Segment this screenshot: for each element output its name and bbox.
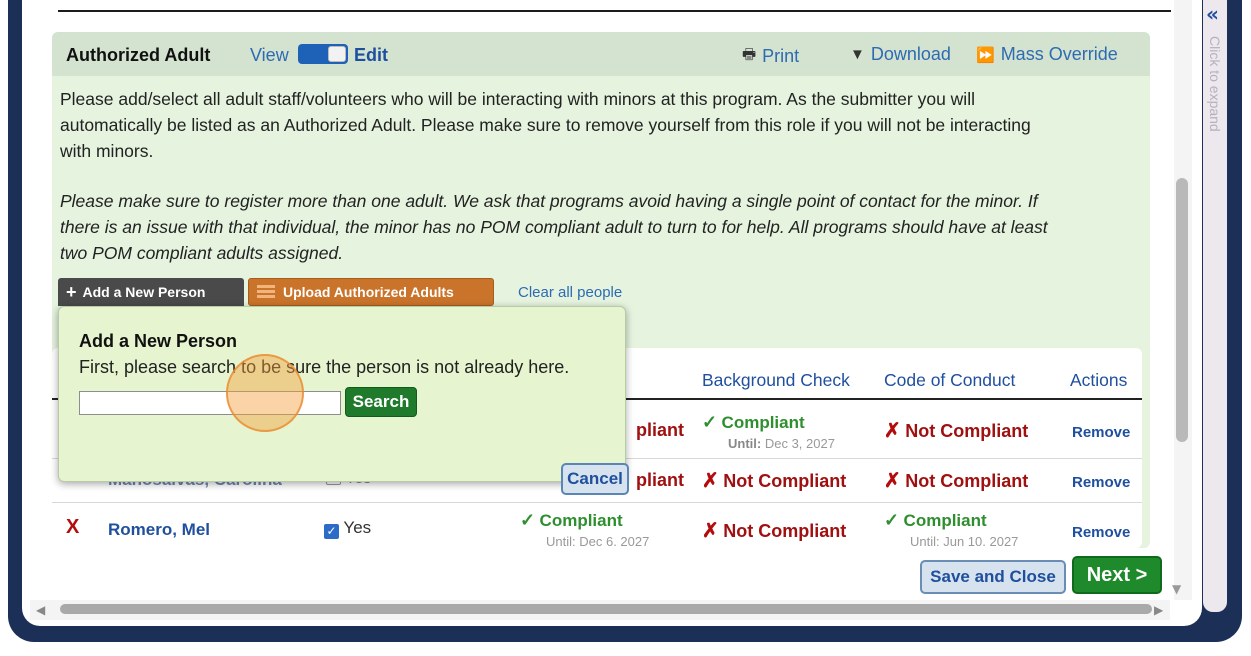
background-status: Compliant <box>721 413 805 432</box>
background-status: Not Compliant <box>723 521 847 541</box>
header-background-check[interactable]: Background Check <box>702 370 850 391</box>
clear-all-link[interactable]: Clear all people <box>518 284 622 301</box>
download-label: Download <box>870 44 951 64</box>
conduct-cell: ✗ Not Compliant <box>884 418 1028 443</box>
x-icon: ✗ <box>702 470 719 492</box>
flag-cell: ✓ Yes <box>324 518 371 539</box>
conduct-status: Not Compliant <box>905 471 1029 491</box>
panel-header: Authorized Adult View Edit 🖶 Print ▼ Dow… <box>52 32 1150 76</box>
mass-override-link[interactable]: ⏩ Mass Override <box>976 44 1118 65</box>
view-mode-label[interactable]: View <box>250 45 289 66</box>
horizontal-scrollbar-thumb[interactable] <box>60 604 1152 614</box>
plus-icon: + <box>66 281 77 302</box>
x-icon: ✗ <box>884 420 901 442</box>
training-status: pliant <box>636 420 684 440</box>
scroll-down-arrow-icon[interactable]: ▼ <box>1172 582 1181 596</box>
header-code-of-conduct[interactable]: Code of Conduct <box>884 370 1015 391</box>
until-label: Until: <box>728 436 762 451</box>
list-icon <box>257 285 275 299</box>
conduct-status: Compliant <box>903 511 987 530</box>
printer-icon: 🖶 <box>742 46 757 63</box>
x-icon: ✗ <box>702 520 719 542</box>
view-edit-toggle[interactable] <box>298 44 348 64</box>
until-date: Dec 3, 2027 <box>764 436 835 451</box>
training-status: pliant <box>636 470 684 490</box>
edit-mode-label[interactable]: Edit <box>354 45 388 66</box>
description-line: two POM compliant adults assigned. <box>60 243 344 263</box>
checkbox-checked[interactable]: ✓ <box>324 524 339 539</box>
training-cell: ✓ Compliant <box>520 510 623 531</box>
mass-override-label: Mass Override <box>1000 44 1118 64</box>
background-check-cell: ✓ Compliant <box>702 412 805 433</box>
download-link[interactable]: ▼ Download <box>850 44 951 65</box>
conduct-cell: ✓ Compliant <box>884 510 987 531</box>
print-link[interactable]: 🖶 Print <box>742 44 799 69</box>
screen: « Click to expand ▼ ◀ ▶ Authorized Adult… <box>0 0 1251 656</box>
double-chevron-left-icon[interactable]: « <box>1206 2 1219 26</box>
header-actions: Actions <box>1070 370 1128 390</box>
training-status: Compliant <box>539 511 623 530</box>
remove-link[interactable]: Remove <box>1072 424 1130 441</box>
cancel-button[interactable]: Cancel <box>561 463 629 495</box>
description-line: with minors. <box>60 141 154 161</box>
expand-rail-label: Click to expand <box>1207 36 1223 132</box>
x-icon: ✗ <box>884 470 901 492</box>
add-person-button[interactable]: + Add a New Person <box>58 278 244 306</box>
check-icon: ✓ <box>702 412 718 432</box>
popup-title: Add a New Person <box>79 331 238 351</box>
save-and-close-button[interactable]: Save and Close <box>920 560 1066 594</box>
background-until: Until: Dec 3, 2027 <box>728 436 835 451</box>
background-status: Not Compliant <box>723 471 847 491</box>
triangle-down-icon: ▼ <box>850 46 865 63</box>
check-icon: ✓ <box>520 510 536 530</box>
background-check-cell: ✗ Not Compliant <box>702 468 846 493</box>
popup-instructions: First, please search to be sure the pers… <box>79 357 570 377</box>
remove-link[interactable]: Remove <box>1072 524 1130 541</box>
add-person-label: Add a New Person <box>82 284 206 300</box>
row-divider <box>52 502 1142 503</box>
training-until: Until: Dec 6, 2027 <box>546 534 650 546</box>
panel-title: Authorized Adult <box>66 45 211 65</box>
background-check-cell: ✗ Not Compliant <box>702 518 846 543</box>
next-button[interactable]: Next > <box>1072 556 1162 594</box>
upload-adults-button[interactable]: Upload Authorized Adults <box>248 278 494 306</box>
toggle-knob[interactable] <box>328 46 346 62</box>
add-person-popup: Add a New Person First, please search to… <box>58 306 629 495</box>
description-line: there is an issue with that individual, … <box>60 217 1048 237</box>
click-indicator <box>226 354 304 432</box>
conduct-cell: ✗ Not Compliant <box>884 468 1028 493</box>
expand-rail[interactable]: « Click to expand <box>1203 0 1227 612</box>
scroll-right-arrow-icon[interactable]: ▶ <box>1154 603 1163 617</box>
print-label: Print <box>762 46 800 66</box>
description-paragraph-1: Please add/select all adult staff/volunt… <box>60 86 1146 164</box>
divider <box>58 10 1171 12</box>
person-name-link[interactable]: Romero, Mel <box>108 520 210 540</box>
description-paragraph-2: Please make sure to register more than o… <box>60 188 1146 266</box>
description-line: automatically be listed as an Authorized… <box>60 115 1031 135</box>
fast-forward-icon: ⏩ <box>976 46 995 64</box>
conduct-status: Not Compliant <box>905 421 1029 441</box>
check-icon: ✓ <box>884 510 900 530</box>
flag-label: Yes <box>343 518 372 537</box>
vertical-scrollbar-thumb[interactable] <box>1176 178 1188 442</box>
conduct-until: Until: Jun 10, 2027 <box>910 534 1019 546</box>
scroll-left-arrow-icon[interactable]: ◀ <box>36 603 45 617</box>
remove-link[interactable]: Remove <box>1072 474 1130 491</box>
status-x-icon: X <box>66 516 80 538</box>
upload-adults-label: Upload Authorized Adults <box>283 284 454 300</box>
description-line: Please make sure to register more than o… <box>60 191 1038 211</box>
description-line: Please add/select all adult staff/volunt… <box>60 89 975 109</box>
search-button[interactable]: Search <box>345 387 417 417</box>
